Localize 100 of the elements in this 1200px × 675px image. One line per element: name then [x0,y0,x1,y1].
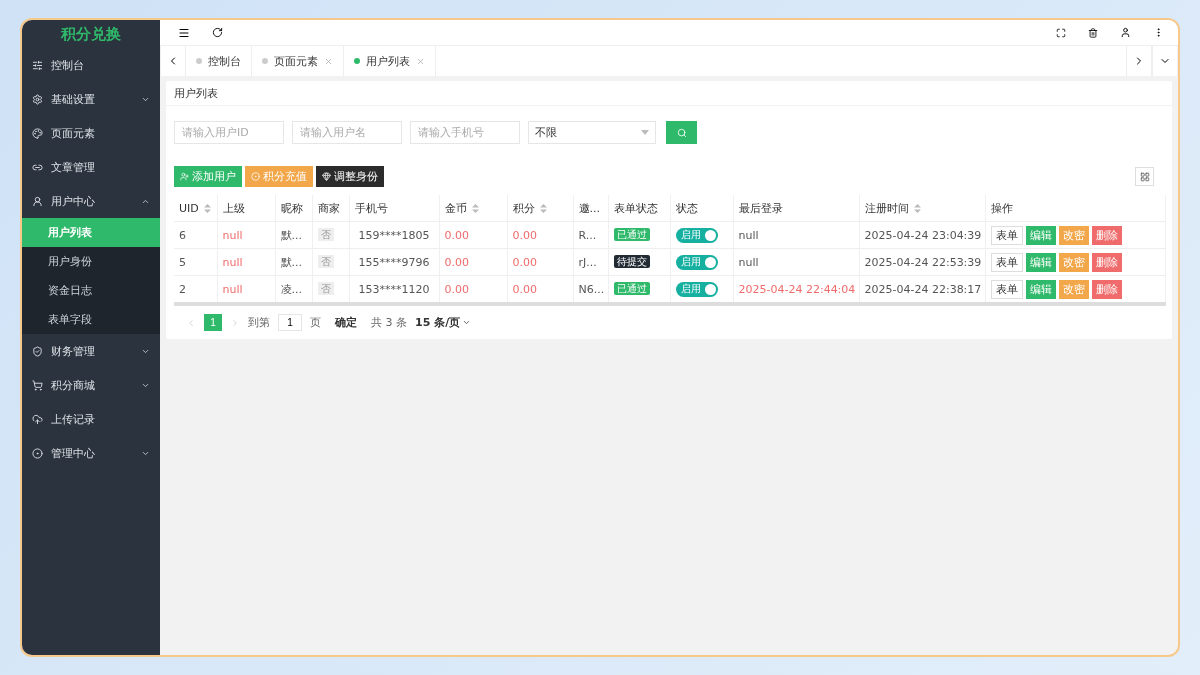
table-cell: null [217,248,275,276]
target-icon [32,447,43,459]
tab[interactable]: 控制台 [186,46,252,76]
prev-page-icon[interactable] [186,317,196,328]
table-cell: 0.00 [507,221,573,249]
select-field[interactable]: 不限 [528,121,656,144]
table-cell: N6... [573,275,608,304]
action-button[interactable]: 表单 [990,252,1023,272]
column-header: 手机号 [349,195,439,222]
dropdown-arrow-icon [641,130,649,135]
column-header: 表单状态 [608,195,670,222]
table-cell: 0.00 [439,275,507,304]
table-cell: 2025-04-24 22:44:04 [733,275,859,304]
table-cell: 0.00 [507,248,573,276]
sidebar-subitem[interactable]: 资金日志 [22,276,160,305]
merchant-tag: 否 [317,228,334,241]
status-badge: 已通过 [613,228,650,241]
cart-icon [32,379,43,391]
merchant-tag: 否 [317,255,334,268]
table-cell: rJ... [573,248,608,276]
sidebar-item[interactable]: 管理中心 [22,436,160,470]
columns-icon[interactable] [1135,167,1154,186]
table-cell: 2025-04-24 22:38:17 [859,275,985,304]
app-logo: 积分兑换 [59,23,122,45]
close-icon[interactable] [416,56,425,66]
next-page-icon[interactable] [230,317,240,328]
sidebar-subitem[interactable]: 表单字段 [22,305,160,334]
circle-dot-icon [251,172,260,181]
sidebar-item[interactable]: 基础设置 [22,82,160,116]
sort-icon [471,204,479,213]
card-title: 用户列表 [166,81,1172,106]
table-cell: 2 [174,275,217,304]
sort-icon [913,204,921,213]
sidebar-item[interactable]: 财务管理 [22,334,160,368]
action-button[interactable]: 表单 [990,279,1023,299]
fullscreen-icon[interactable] [1056,27,1066,38]
tab[interactable]: 页面元素 [252,46,344,76]
tab-scroll-left[interactable] [160,46,186,76]
trash-icon[interactable] [1088,27,1098,38]
tab-scroll-right[interactable] [1126,46,1152,76]
column-header: 昵称 [275,195,312,222]
sidebar-item[interactable]: 积分商城 [22,368,160,402]
table-cell: null [217,275,275,304]
page-input[interactable]: 1 [278,314,302,331]
table-cell: 155****9796 [349,248,439,276]
column-header: 操作 [985,195,1165,222]
refresh-icon[interactable] [212,27,223,38]
page-unit: 页 [310,315,321,330]
input-field[interactable]: 请输入手机号 [410,121,520,144]
action-button[interactable]: 表单 [990,225,1023,245]
gear-icon [32,93,43,105]
table-cell: 159****1805 [349,221,439,249]
table-cell: 6 [174,221,217,249]
palette-icon [32,127,43,139]
close-icon[interactable] [324,56,333,66]
table-cell: 0.00 [439,221,507,249]
column-header: 商家 [312,195,349,222]
table-cell: 5 [174,248,217,276]
total-count: 共 3 条 [371,315,407,330]
table-cell: R... [573,221,608,249]
sidebar-item[interactable]: 页面元素 [22,116,160,150]
tab[interactable]: 用户列表 [344,46,436,76]
sliders-icon [32,59,43,71]
column-header: 金币 [439,195,507,222]
table-cell: 默... [275,221,312,249]
column-header: 状态 [670,195,733,222]
input-field[interactable]: 请输入用户名 [292,121,402,144]
cloud-upload-icon [32,413,43,425]
table-cell: 0.00 [439,248,507,276]
column-header: 注册时间 [859,195,985,222]
column-header: 上级 [217,195,275,222]
sidebar-item[interactable]: 文章管理 [22,150,160,184]
search-icon [676,127,687,138]
shield-check-icon [32,345,43,357]
toolbar-button[interactable]: 调整身份 [316,166,384,187]
sidebar-subitem[interactable]: 用户身份 [22,247,160,276]
user-icon[interactable] [1120,27,1131,38]
tab-menu[interactable] [1152,46,1178,76]
menu-icon[interactable] [178,26,190,39]
column-header: UID [174,195,217,222]
table-cell: 凌... [275,275,312,304]
table-cell: 0.00 [507,275,573,304]
user-icon [32,195,43,207]
goto-label: 到第 [248,315,270,330]
search-button[interactable] [666,121,697,144]
sidebar-item[interactable]: 用户中心 [22,184,160,218]
sidebar-item[interactable]: 上传记录 [22,402,160,436]
table-cell: null [733,248,859,276]
input-field[interactable]: 请输入用户ID [174,121,284,144]
page-size-select[interactable]: 15 条/页 [415,315,472,330]
user-plus-icon [180,172,189,181]
sidebar-item[interactable]: 控制台 [22,48,160,82]
table-cell: 2025-04-24 22:53:39 [859,248,985,276]
diamond-icon [322,172,331,181]
table-cell: null [217,221,275,249]
sort-icon [539,204,547,213]
table-cell: null [733,221,859,249]
column-header: 积分 [507,195,573,222]
status-badge: 待提交 [613,255,650,268]
chevron-down-icon [462,318,472,327]
